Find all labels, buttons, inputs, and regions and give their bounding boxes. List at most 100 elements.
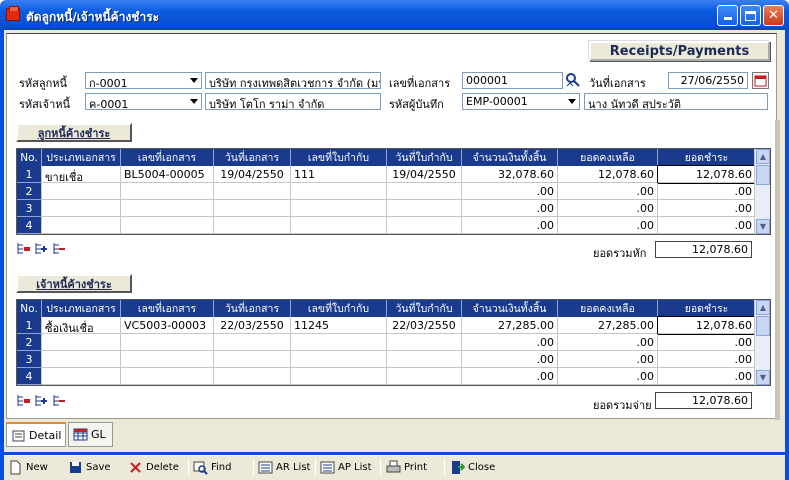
tab-gl[interactable]: GL [68, 422, 113, 447]
table-cell[interactable]: VC5003-00003 [121, 317, 214, 334]
recorder-code-combo[interactable]: EMP-00001 [462, 93, 580, 110]
minimize-button[interactable] [717, 5, 738, 26]
table-cell[interactable] [291, 368, 387, 385]
table-cell[interactable] [42, 334, 121, 351]
table-cell[interactable]: .00 [658, 183, 756, 200]
grid-scrollbar[interactable]: ▲ ▼ [754, 300, 770, 385]
table-row[interactable]: 2.00.00.00 [17, 334, 756, 351]
column-header[interactable]: เลขที่ใบกำกับ [291, 300, 387, 317]
column-header[interactable]: ยอดชำระ [658, 149, 756, 166]
doc-no-input[interactable]: 000001 [462, 72, 563, 89]
table-cell[interactable] [42, 183, 121, 200]
column-header[interactable]: ยอดคงเหลือ [558, 300, 658, 317]
tab-detail[interactable]: Detail [6, 422, 66, 447]
table-cell[interactable]: .00 [658, 334, 756, 351]
doc-date-input[interactable]: 27/06/2550 [668, 72, 748, 89]
table-cell[interactable] [387, 334, 462, 351]
table-cell[interactable]: ขายเชื่อ [42, 166, 121, 183]
add-row-icon[interactable] [34, 393, 49, 408]
scroll-up-icon[interactable]: ▲ [756, 300, 770, 315]
table-cell[interactable]: 27,285.00 [462, 317, 558, 334]
table-cell[interactable]: 32,078.60 [462, 166, 558, 183]
delete-row-icon[interactable] [52, 393, 67, 408]
chevron-down-icon[interactable] [186, 94, 201, 109]
table-cell[interactable] [214, 334, 291, 351]
table-cell[interactable]: ซื้อเงินเชื่อ [42, 317, 121, 334]
insert-row-icon[interactable] [16, 393, 31, 408]
column-header[interactable]: เลขที่เอกสาร [121, 149, 214, 166]
table-cell[interactable] [42, 351, 121, 368]
table-cell[interactable]: 27,285.00 [558, 317, 658, 334]
table-cell[interactable]: .00 [462, 351, 558, 368]
table-cell[interactable]: 11245 [291, 317, 387, 334]
scroll-down-icon[interactable]: ▼ [756, 219, 770, 234]
print-button[interactable]: Print [386, 456, 427, 478]
column-header[interactable]: No. [17, 149, 42, 166]
table-cell[interactable] [291, 200, 387, 217]
table-cell[interactable] [387, 351, 462, 368]
insert-row-icon[interactable] [16, 241, 31, 256]
column-header[interactable]: วันที่ใบกำกับ [387, 149, 462, 166]
table-cell[interactable] [214, 217, 291, 234]
table-cell[interactable] [387, 217, 462, 234]
table-cell[interactable] [387, 200, 462, 217]
column-header[interactable]: ยอดคงเหลือ [558, 149, 658, 166]
column-header[interactable]: จำนวนเงินทั้งสิ้น [462, 149, 558, 166]
table-cell[interactable] [291, 217, 387, 234]
save-button[interactable]: Save [68, 456, 111, 478]
payables-grid[interactable]: No. ประเภทเอกสาร เลขที่เอกสาร วันที่เอกสารเ… [16, 299, 771, 386]
column-header[interactable]: วันที่ใบกำกับ [387, 300, 462, 317]
calendar-icon[interactable] [752, 72, 769, 89]
add-row-icon[interactable] [34, 241, 49, 256]
table-row[interactable]: 3.00.00.00 [17, 200, 756, 217]
creditor-code-combo[interactable]: ค-0001 [85, 93, 202, 110]
table-row[interactable]: 2.00.00.00 [17, 183, 756, 200]
new-button[interactable]: New [8, 456, 48, 478]
table-cell[interactable]: 19/04/2550 [387, 166, 462, 183]
table-cell[interactable]: 12,078.60 [657, 316, 757, 335]
table-cell[interactable]: 22/03/2550 [214, 317, 291, 334]
table-cell[interactable]: 19/04/2550 [214, 166, 291, 183]
column-header[interactable]: เลขที่ใบกำกับ [291, 149, 387, 166]
table-cell[interactable] [291, 351, 387, 368]
delete-button[interactable]: Delete [128, 456, 179, 478]
table-cell[interactable] [121, 200, 214, 217]
search-person-icon[interactable] [565, 72, 581, 88]
table-cell[interactable]: 12,078.60 [657, 165, 757, 184]
table-cell[interactable] [214, 351, 291, 368]
table-cell[interactable]: .00 [558, 200, 658, 217]
receivables-grid[interactable]: No. ประเภทเอกสาร เลขที่เอกสาร วันที่เอกสารเ… [16, 148, 771, 235]
debtor-code-combo[interactable]: ก-0001 [85, 72, 202, 89]
column-header[interactable]: วันที่เอกสาร [214, 300, 291, 317]
scroll-thumb[interactable] [756, 316, 770, 336]
table-cell[interactable] [42, 217, 121, 234]
column-header[interactable]: ประเภทเอกสาร [42, 149, 121, 166]
table-cell[interactable]: 22/03/2550 [387, 317, 462, 334]
table-cell[interactable]: 12,078.60 [558, 166, 658, 183]
column-header[interactable]: ประเภทเอกสาร [42, 300, 121, 317]
table-cell[interactable]: .00 [462, 368, 558, 385]
find-button[interactable]: Find [193, 456, 232, 478]
column-header[interactable]: No. [17, 300, 42, 317]
table-cell[interactable]: .00 [558, 351, 658, 368]
table-cell[interactable] [214, 183, 291, 200]
column-header[interactable]: เลขที่เอกสาร [121, 300, 214, 317]
table-cell[interactable] [121, 334, 214, 351]
table-cell[interactable]: .00 [658, 351, 756, 368]
column-header[interactable]: วันที่เอกสาร [214, 149, 291, 166]
table-cell[interactable] [121, 183, 214, 200]
column-header[interactable]: ยอดชำระ [658, 300, 756, 317]
table-cell[interactable]: .00 [558, 368, 658, 385]
scroll-up-icon[interactable]: ▲ [756, 149, 770, 164]
table-cell[interactable]: .00 [658, 200, 756, 217]
receipts-payments-button[interactable]: Receipts/Payments [589, 41, 770, 61]
table-cell[interactable] [214, 200, 291, 217]
scroll-thumb[interactable] [756, 165, 770, 185]
table-row[interactable]: 4.00.00.00 [17, 217, 756, 234]
table-row[interactable]: 4.00.00.00 [17, 368, 756, 385]
table-cell[interactable]: .00 [462, 217, 558, 234]
table-cell[interactable]: 111 [291, 166, 387, 183]
table-cell[interactable]: .00 [558, 217, 658, 234]
table-cell[interactable]: .00 [462, 334, 558, 351]
table-cell[interactable]: .00 [462, 183, 558, 200]
